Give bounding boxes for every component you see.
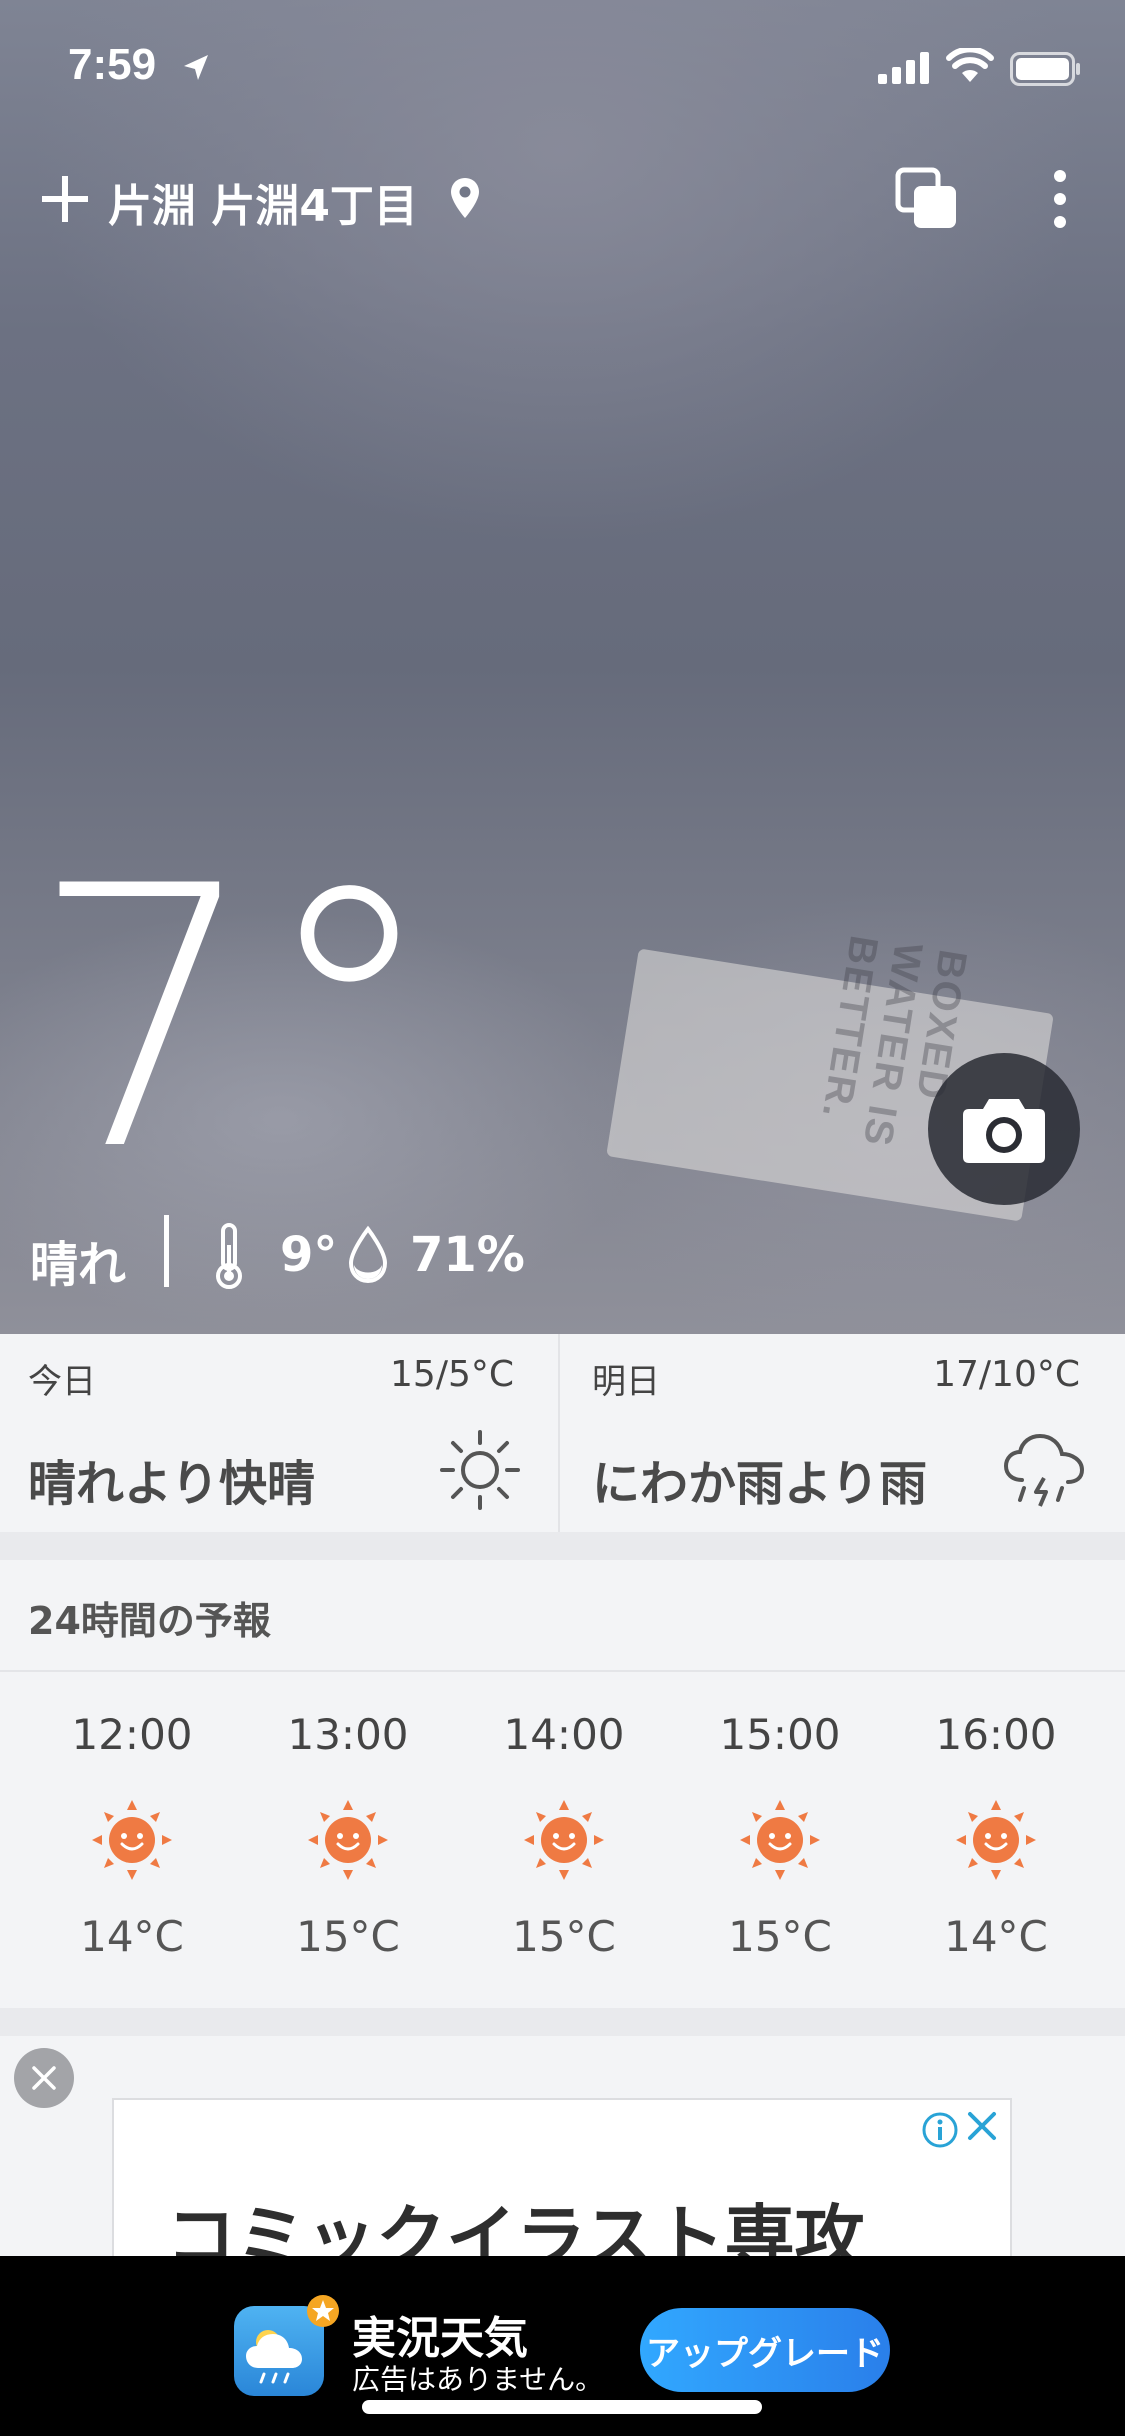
more-options-icon[interactable] [1040, 164, 1080, 234]
divider [164, 1215, 169, 1287]
current-conditions: 晴れ 9° 71% [30, 1215, 730, 1295]
thermometer-icon [216, 1223, 242, 1289]
daily-summary: 今日 15/5°C 晴れより快晴 明日 17/10°C にわか雨より雨 [0, 1334, 1125, 1532]
current-temperature: 7° [30, 810, 440, 1229]
home-indicator[interactable] [362, 2400, 762, 2414]
sunny-face-icon [524, 1800, 604, 1880]
hour-time: 14:00 [503, 1710, 625, 1759]
wifi-icon [946, 48, 994, 82]
hour-time: 12:00 [71, 1710, 193, 1759]
weather-screen: BOXED WATER IS BETTER. 7:59 片淵 片淵4丁目 7° … [0, 0, 1125, 2436]
day-label: 明日 [592, 1362, 660, 1402]
map-pin-icon [451, 178, 479, 218]
hour-item[interactable]: 12:00 14°C [24, 1690, 240, 1990]
humidity-value: 71% [410, 1227, 525, 1283]
multi-window-icon[interactable] [892, 164, 962, 234]
hero-background: BOXED WATER IS BETTER. 7:59 片淵 片淵4丁目 7° … [0, 0, 1125, 1334]
upgrade-button[interactable]: アップグレード [640, 2308, 890, 2392]
status-bar: 7:59 [0, 0, 1125, 135]
sunny-face-icon [956, 1800, 1036, 1880]
ad-dismiss-icon[interactable] [964, 2108, 1000, 2144]
cellular-signal-icon [878, 52, 929, 84]
hour-time: 15:00 [719, 1710, 841, 1759]
hour-temperature: 14°C [80, 1912, 184, 1961]
day-label: 今日 [28, 1362, 96, 1402]
hour-temperature: 15°C [512, 1912, 616, 1961]
ad-card[interactable]: コミックイラスト専攻 [112, 2098, 1012, 2268]
add-location-icon[interactable] [38, 172, 92, 226]
location-name[interactable]: 片淵 片淵4丁目 [108, 170, 418, 234]
battery-icon [1010, 52, 1080, 86]
status-time: 7:59 [68, 40, 157, 89]
app-name: 実況天気 [352, 2313, 528, 2364]
hourly-forecast: 24時間の予報 12:00 14°C 13:00 15°C 14:00 15°C… [0, 1560, 1125, 2008]
day-forecast: にわか雨より雨 [592, 1456, 928, 1512]
condition-text: 晴れ [30, 1237, 127, 1293]
section-divider [0, 2008, 1125, 2036]
location-arrow-icon [184, 55, 208, 80]
close-icon [32, 2066, 56, 2090]
hour-item[interactable]: 15:00 15°C [672, 1690, 888, 1990]
sunny-face-icon [308, 1800, 388, 1880]
thunder-rain-cloud-icon [1003, 1433, 1085, 1507]
day-temperature: 17/10°C [933, 1354, 1080, 1395]
tomorrow-card[interactable]: 明日 17/10°C にわか雨より雨 [564, 1334, 1124, 1532]
hour-item[interactable]: 13:00 15°C [240, 1690, 456, 1990]
hour-time: 16:00 [935, 1710, 1057, 1759]
hour-item[interactable]: 16:00 14°C [888, 1690, 1104, 1990]
humidity-drop-icon [348, 1225, 388, 1284]
close-ad-button[interactable] [14, 2048, 74, 2108]
hourly-divider [0, 1670, 1125, 1672]
top-bar: 片淵 片淵4丁目 [0, 160, 1125, 240]
info-icon[interactable] [920, 2110, 960, 2150]
sunny-face-icon [92, 1800, 172, 1880]
section-divider [0, 1532, 1125, 1560]
banner-subtitle: 広告はありません。 [352, 2363, 604, 2396]
day-forecast: 晴れより快晴 [28, 1456, 316, 1512]
star-badge-icon [307, 2295, 339, 2327]
camera-button[interactable] [928, 1053, 1080, 1205]
hour-time: 13:00 [287, 1710, 409, 1759]
hour-temperature: 15°C [296, 1912, 400, 1961]
ad-section: コミックイラスト専攻 [0, 2036, 1125, 2268]
hour-item[interactable]: 14:00 15°C [456, 1690, 672, 1990]
sun-outline-icon [440, 1430, 520, 1510]
camera-icon [963, 1099, 1045, 1163]
hourly-title: 24時間の予報 [28, 1599, 271, 1643]
today-card[interactable]: 今日 15/5°C 晴れより快晴 [0, 1334, 560, 1532]
hour-temperature: 14°C [944, 1912, 1048, 1961]
sunny-face-icon [740, 1800, 820, 1880]
day-temperature: 15/5°C [390, 1354, 514, 1395]
hour-temperature: 15°C [728, 1912, 832, 1961]
high-temperature: 9° [280, 1227, 338, 1283]
